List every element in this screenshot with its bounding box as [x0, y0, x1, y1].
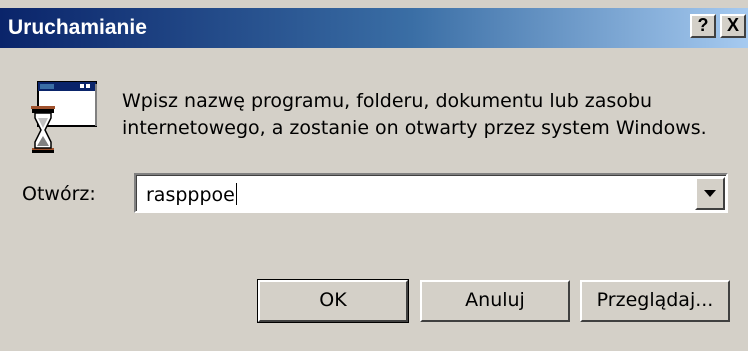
window-title: Uruchamianie: [8, 16, 147, 39]
ok-button[interactable]: OK: [257, 279, 409, 323]
description-text: Wpisz nazwę programu, folderu, dokumentu…: [122, 88, 707, 142]
open-label: Otwórz:: [22, 183, 96, 205]
description-line-2: internetowego, a zostanie on otwarty prz…: [122, 117, 707, 139]
chevron-down-icon: [704, 190, 716, 197]
description-line-1: Wpisz nazwę programu, folderu, dokumentu…: [122, 90, 653, 112]
text-caret: [235, 183, 237, 205]
cancel-button[interactable]: Anuluj: [420, 280, 570, 322]
help-button[interactable]: ?: [690, 14, 716, 38]
run-dialog: Uruchamianie ? X Wpisz nazwę programu, f…: [0, 0, 748, 351]
run-dialog-icon: [28, 80, 100, 160]
open-input[interactable]: raspppoe: [146, 182, 237, 208]
close-button[interactable]: X: [720, 14, 746, 38]
open-input-value: raspppoe: [146, 184, 235, 206]
open-combobox-inner: raspppoe: [136, 175, 726, 211]
open-combobox[interactable]: raspppoe: [134, 173, 728, 213]
dropdown-arrow-button[interactable]: [695, 177, 725, 210]
browse-button[interactable]: Przeglądaj...: [580, 280, 730, 322]
title-bar[interactable]: Uruchamianie ? X: [0, 8, 748, 48]
